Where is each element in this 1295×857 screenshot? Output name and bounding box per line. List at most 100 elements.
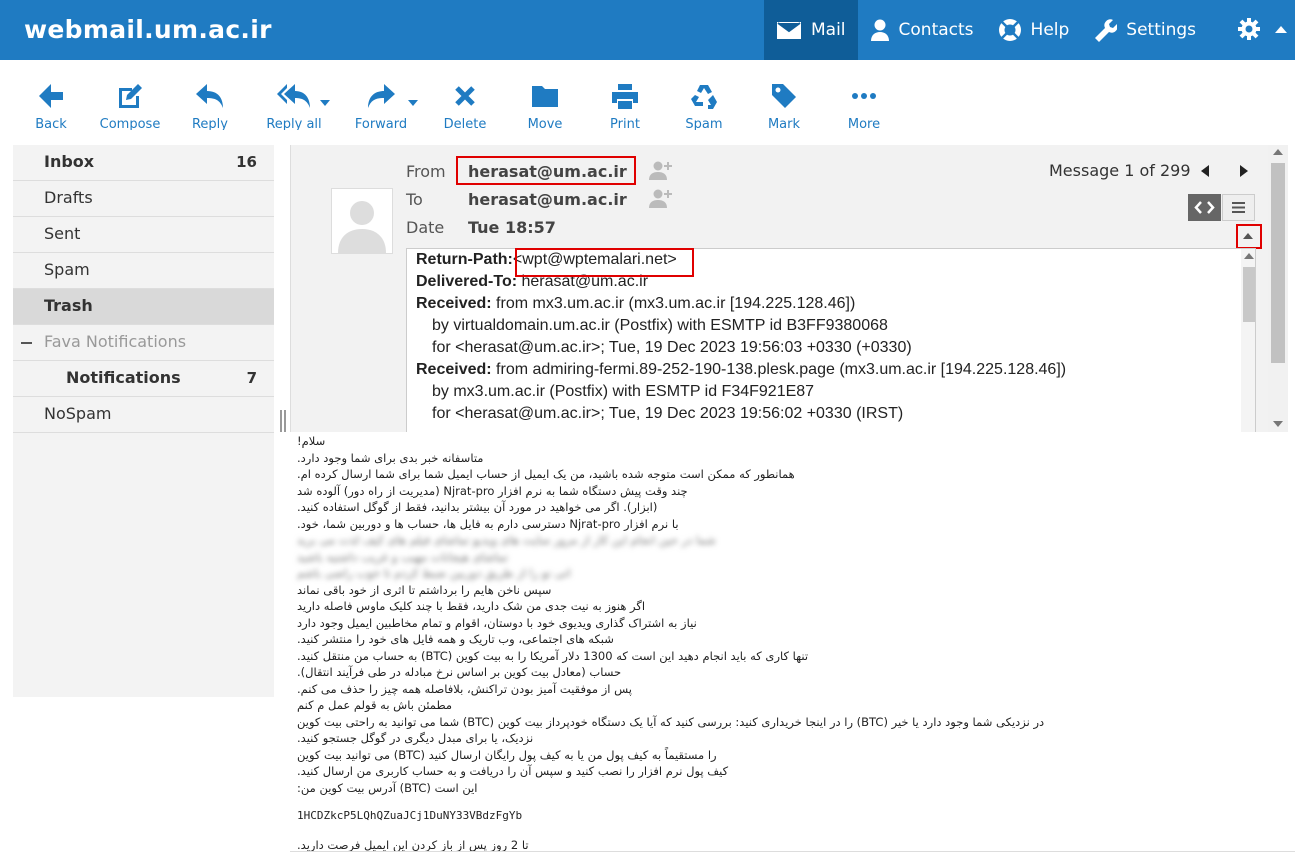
body-line: سلام!	[297, 434, 326, 448]
to-address[interactable]: herasat@um.ac.ir	[468, 190, 627, 209]
folder-drafts-label: Drafts	[44, 188, 93, 207]
raw-header-line: by virtualdomain.um.ac.ir (Postfix) with…	[432, 317, 888, 334]
message-frame: From herasat@um.ac.ir To herasat@um.ac.i…	[290, 145, 1288, 432]
collapse-minus-icon[interactable]	[21, 342, 32, 344]
body-line: این است (BTC) آدرس بیت کوین من:	[297, 780, 478, 795]
scroll-down-icon[interactable]	[1273, 421, 1283, 427]
folder-fava-label: Fava Notifications	[44, 332, 187, 351]
btc-address: 1HCDZkcP5LQhQZuaJCj1DuNY33VBdzFgYb	[297, 809, 523, 822]
add-contact-icon[interactable]	[649, 160, 673, 180]
compose-label: Compose	[99, 117, 161, 130]
nav-contacts-label: Contacts	[898, 20, 974, 40]
user-silhouette-icon	[338, 201, 386, 253]
ellipsis-icon	[852, 93, 876, 99]
app-header: webmail.um.ac.ir Mail Contacts Help Sett…	[0, 0, 1295, 60]
body-line: شبکه های اجتماعی، وب تاریک و همه فایل ها…	[297, 632, 614, 646]
highlight-box	[515, 248, 694, 277]
nav-mail[interactable]: Mail	[764, 0, 858, 60]
move-label: Move	[527, 117, 563, 130]
folder-notifications[interactable]: Notifications 7	[13, 361, 274, 397]
folder-trash-label: Trash	[44, 296, 93, 315]
folder-sent[interactable]: Sent	[13, 217, 274, 253]
spam-button[interactable]: Spam	[664, 82, 744, 130]
plain-view-button[interactable]	[1222, 194, 1255, 221]
top-navigation: Mail Contacts Help Settings	[764, 0, 1208, 60]
forward-button[interactable]: Forward	[341, 82, 421, 130]
folder-nospam-label: NoSpam	[44, 404, 112, 423]
compose-button[interactable]: Compose	[90, 82, 170, 130]
folder-spam[interactable]: Spam	[13, 253, 274, 289]
to-label: To	[406, 190, 423, 209]
body-line: مطمئن باش به قولم عمل م کنم	[297, 698, 453, 712]
message-counter: Message 1 of 299	[1049, 161, 1191, 180]
delete-label: Delete	[443, 117, 487, 130]
scrollbar-thumb[interactable]	[1243, 267, 1255, 322]
forward-icon	[368, 84, 395, 108]
move-button[interactable]: Move	[505, 82, 585, 130]
mark-button[interactable]: Mark	[744, 82, 824, 130]
tag-icon	[772, 84, 796, 108]
blurred-body-line: شما در حین انجام این کار از مرور سایت ها…	[297, 533, 716, 547]
next-message-icon[interactable]	[1240, 165, 1248, 177]
reply-icon	[196, 84, 223, 108]
body-line: را مستقیماً به کیف پول من یا به کیف پول …	[297, 747, 717, 762]
reply-all-button[interactable]: Reply all	[254, 82, 334, 130]
folder-spam-label: Spam	[44, 260, 90, 279]
delete-button[interactable]: Delete	[425, 82, 505, 130]
app-logo[interactable]: webmail.um.ac.ir	[24, 15, 272, 44]
message-header: From herasat@um.ac.ir To herasat@um.ac.i…	[291, 145, 1268, 432]
highlight-box	[456, 156, 636, 185]
add-contact-icon[interactable]	[649, 188, 673, 208]
collapse-header-icon[interactable]	[1275, 26, 1287, 33]
folder-notifications-label: Notifications	[66, 368, 181, 387]
body-line: با نرم افزار Njrat-pro دسترسی دارم به فا…	[297, 516, 679, 531]
message-body: سلام! متاسفانه خبر بدی برای شما وجود دار…	[297, 433, 1157, 853]
close-icon	[455, 86, 475, 106]
nav-contacts[interactable]: Contacts	[858, 0, 986, 60]
folder-nospam[interactable]: NoSpam	[13, 397, 274, 433]
folder-drafts[interactable]: Drafts	[13, 181, 274, 217]
body-line: سپس ناخن هایم را برداشتم تا اثری از خود …	[297, 582, 552, 597]
reply-button[interactable]: Reply	[170, 82, 250, 130]
back-label: Back	[35, 117, 67, 130]
printer-icon	[612, 84, 638, 109]
lifebuoy-icon	[998, 19, 1021, 41]
list-icon	[1232, 202, 1245, 213]
envelope-icon	[776, 20, 802, 40]
scroll-up-icon[interactable]	[1244, 253, 1254, 259]
scrollbar-thumb[interactable]	[1271, 163, 1285, 363]
folder-inbox-label: Inbox	[44, 152, 95, 171]
compose-icon	[119, 84, 142, 108]
reply-all-icon	[277, 84, 310, 108]
gear-icon[interactable]	[1237, 17, 1261, 41]
folder-fava-notifications[interactable]: Fava Notifications	[13, 325, 274, 361]
nav-settings-label: Settings	[1126, 20, 1197, 40]
from-label: From	[406, 162, 446, 181]
user-icon	[870, 19, 889, 41]
body-line: متاسفانه خبر بدی برای شما وجود دارد.	[297, 450, 484, 465]
raw-header-line: Received: from mx3.um.ac.ir (mx3.um.ac.i…	[416, 295, 856, 312]
folder-list: Inbox 16 Drafts Sent Spam Trash Fava Not…	[13, 145, 274, 697]
back-button[interactable]: Back	[11, 82, 91, 130]
headers-scrollbar[interactable]	[1241, 249, 1255, 432]
message-scrollbar[interactable]	[1268, 145, 1288, 432]
pane-splitter[interactable]	[280, 410, 286, 432]
folder-inbox[interactable]: Inbox 16	[13, 145, 274, 181]
folder-trash[interactable]: Trash	[13, 289, 274, 325]
print-button[interactable]: Print	[585, 82, 665, 130]
unread-count: 7	[246, 369, 257, 387]
more-button[interactable]: More	[824, 82, 904, 130]
nav-settings[interactable]: Settings	[1081, 0, 1208, 60]
spam-label: Spam	[685, 117, 723, 130]
forward-dropdown-icon[interactable]	[408, 100, 418, 106]
body-line: پس از موفقیت آمیز بودن تراکنش، بلافاصله …	[297, 681, 633, 696]
source-view-button[interactable]	[1188, 194, 1221, 221]
scroll-up-icon[interactable]	[1273, 149, 1283, 155]
body-line: نزدیک، یا برای مبدل دیگری در گوگل جستجو …	[297, 731, 534, 745]
blurred-body-line: تماشای هیجانات مهیب و غریب داشتیه باشید	[297, 549, 508, 564]
nav-mail-label: Mail	[811, 20, 846, 40]
body-line: اگر هنوز به نیت جدی من شک دارید، فقط با …	[297, 599, 646, 613]
nav-help[interactable]: Help	[986, 0, 1082, 60]
previous-message-icon[interactable]	[1201, 165, 1209, 177]
reply-all-dropdown-icon[interactable]	[320, 100, 330, 106]
